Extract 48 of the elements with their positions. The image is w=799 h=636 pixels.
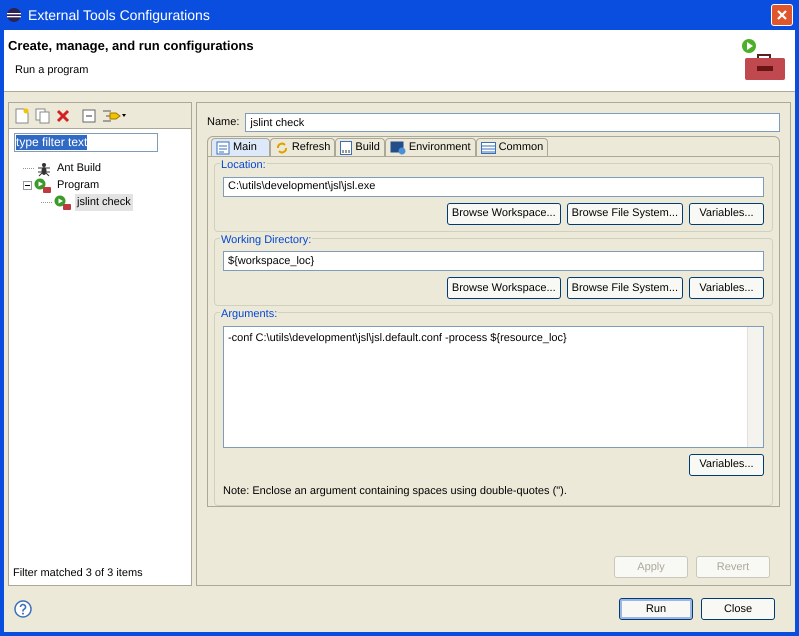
tab[interactable]: Main bbox=[211, 138, 270, 156]
name-field[interactable]: jslint check bbox=[245, 113, 780, 132]
tree-item[interactable]: Ant Build bbox=[55, 160, 104, 177]
program-run-icon bbox=[34, 178, 52, 194]
text-field[interactable]: ${workspace_loc} bbox=[223, 251, 764, 271]
environment-icon bbox=[390, 140, 406, 154]
ant-icon bbox=[36, 160, 52, 176]
close-icon bbox=[776, 9, 788, 21]
delete-icon[interactable] bbox=[56, 108, 70, 122]
document-icon bbox=[216, 140, 230, 154]
tab[interactable]: Refresh bbox=[270, 138, 336, 156]
filter-status: Filter matched 3 of 3 items bbox=[12, 566, 144, 580]
window-title: External Tools Configurations bbox=[28, 6, 211, 25]
duplicate-icon[interactable] bbox=[35, 108, 50, 124]
close-button[interactable] bbox=[771, 4, 793, 26]
collapse-toggle-icon[interactable] bbox=[23, 181, 32, 190]
browse-button[interactable]: Variables... bbox=[689, 454, 764, 476]
tab[interactable]: Build bbox=[335, 138, 385, 156]
browse-button[interactable]: Variables... bbox=[689, 277, 764, 299]
dialog-button[interactable]: Close bbox=[701, 598, 775, 620]
browse-button[interactable]: Variables... bbox=[689, 202, 764, 224]
collapse-all-icon[interactable] bbox=[82, 108, 96, 122]
note-text: Note: Enclose an argument containing spaces using double-quotes ("). bbox=[223, 484, 568, 498]
binary-file-icon bbox=[340, 140, 352, 154]
name-label: Name: bbox=[207, 115, 240, 130]
new-document-icon[interactable] bbox=[15, 108, 29, 124]
browse-button[interactable]: Browse File System... bbox=[566, 277, 683, 299]
filter-field[interactable]: type filter text bbox=[14, 133, 158, 152]
group-label: Arguments: bbox=[220, 306, 278, 322]
header-title: Create, manage, and run configurations bbox=[8, 37, 255, 55]
tree-item[interactable]: Program bbox=[55, 177, 102, 194]
refresh-icon bbox=[274, 140, 289, 154]
tree-item[interactable]: jslint check bbox=[75, 194, 133, 211]
arguments-textarea[interactable]: -conf C:\utils\development\jsl\jsl.default.conf -process ${resource_loc} bbox=[223, 326, 764, 448]
program-run-icon bbox=[54, 194, 72, 210]
browse-button[interactable]: Browse Workspace... bbox=[446, 277, 561, 299]
help-icon[interactable] bbox=[14, 600, 32, 618]
browse-button[interactable]: Browse File System... bbox=[566, 202, 683, 224]
filter-icon[interactable] bbox=[102, 108, 126, 124]
eclipse-icon bbox=[6, 7, 22, 23]
text-field[interactable]: C:\utils\development\jsl\jsl.exe bbox=[223, 176, 764, 196]
tab[interactable]: Common bbox=[476, 138, 548, 156]
tab[interactable]: Environment bbox=[384, 138, 476, 156]
dialog-button[interactable]: Run bbox=[619, 598, 693, 620]
header-subtitle: Run a program bbox=[15, 62, 90, 78]
scrollbar[interactable] bbox=[747, 326, 763, 446]
browse-button[interactable]: Browse Workspace... bbox=[446, 202, 561, 224]
table-icon bbox=[480, 142, 496, 154]
